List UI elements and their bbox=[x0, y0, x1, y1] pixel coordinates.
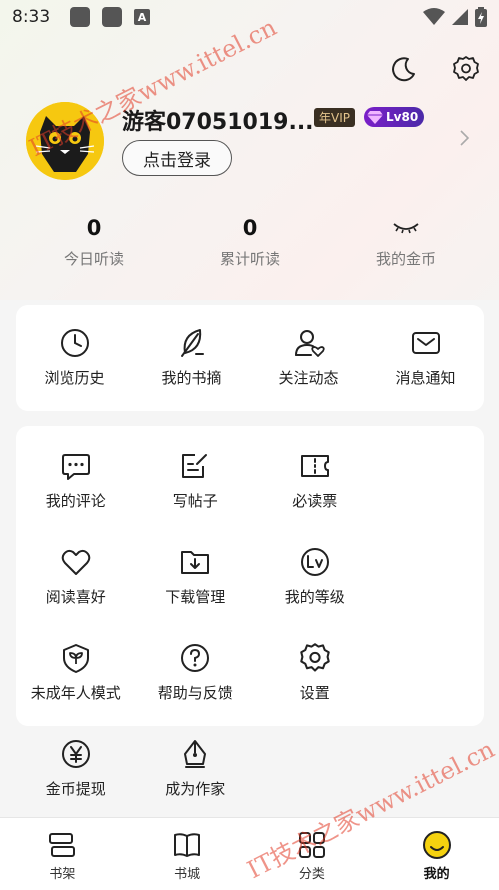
nav-bookstore[interactable]: 书城 bbox=[125, 818, 250, 890]
service-label: 我的评论 bbox=[45, 492, 106, 510]
status-indicators bbox=[423, 7, 487, 27]
help-icon bbox=[179, 642, 211, 674]
category-icon bbox=[296, 829, 328, 861]
user-heart-icon bbox=[293, 327, 325, 359]
nav-label: 书城 bbox=[174, 867, 201, 882]
services-card: 我的评论 写帖子 必读票 阅读喜好 下载管理 我的等级 未成年人模式 帮助与反馈… bbox=[16, 426, 484, 798]
service-label: 帮助与反馈 bbox=[157, 684, 233, 702]
open-book-icon bbox=[171, 829, 203, 861]
notification-app-icon bbox=[102, 7, 122, 27]
profile-header[interactable]: 游客07051019... 年VIP Lv80 点击登录 bbox=[26, 102, 476, 184]
quick-action-label: 关注动态 bbox=[278, 369, 339, 387]
nav-bookshelf[interactable]: 书架 bbox=[0, 818, 125, 890]
stat-label: 今日听读 bbox=[63, 250, 124, 268]
wifi-icon bbox=[423, 8, 445, 25]
edit-icon bbox=[179, 450, 211, 482]
service-label: 未成年人模式 bbox=[30, 684, 121, 702]
service-withdraw-coins[interactable]: 金币提现 bbox=[16, 714, 136, 810]
service-comments[interactable]: 我的评论 bbox=[16, 426, 136, 522]
ticket-icon bbox=[299, 450, 331, 482]
pen-nib-icon bbox=[179, 738, 211, 770]
feather-icon bbox=[176, 327, 208, 359]
service-settings[interactable]: 设置 bbox=[255, 618, 375, 714]
avatar[interactable] bbox=[26, 102, 104, 180]
chevron-right-icon bbox=[460, 130, 470, 146]
signal-icon bbox=[452, 9, 468, 25]
quick-action-excerpts[interactable]: 我的书摘 bbox=[133, 305, 250, 411]
service-help[interactable]: 帮助与反馈 bbox=[136, 618, 256, 714]
shield-leaf-icon bbox=[60, 642, 92, 674]
mail-icon bbox=[410, 327, 442, 359]
service-label: 设置 bbox=[299, 684, 330, 702]
service-label: 必读票 bbox=[292, 492, 338, 510]
status-time: 8:33 bbox=[12, 7, 51, 27]
stat-coins[interactable]: 我的金币 bbox=[328, 214, 484, 274]
moon-icon[interactable] bbox=[389, 54, 419, 84]
service-become-author[interactable]: 成为作家 bbox=[136, 714, 256, 810]
gear-icon bbox=[299, 642, 331, 674]
stats-row: 0 今日听读 0 累计听读 我的金币 bbox=[16, 214, 484, 274]
service-level[interactable]: 我的等级 bbox=[255, 522, 375, 618]
battery-icon bbox=[475, 7, 487, 27]
service-downloads[interactable]: 下载管理 bbox=[136, 522, 256, 618]
quick-action-history[interactable]: 浏览历史 bbox=[16, 305, 133, 411]
user-name: 游客07051019... bbox=[122, 110, 314, 135]
service-label: 下载管理 bbox=[165, 588, 226, 606]
stat-total-listen[interactable]: 0 累计听读 bbox=[172, 214, 328, 274]
level-badge[interactable]: Lv80 bbox=[364, 107, 425, 127]
comment-icon bbox=[60, 450, 92, 482]
download-folder-icon bbox=[179, 546, 211, 578]
quick-action-label: 浏览历史 bbox=[44, 369, 105, 387]
quick-action-label: 我的书摘 bbox=[161, 369, 222, 387]
quick-action-follows[interactable]: 关注动态 bbox=[250, 305, 367, 411]
level-icon bbox=[299, 546, 331, 578]
service-minor-mode[interactable]: 未成年人模式 bbox=[16, 618, 136, 714]
stat-value: 0 bbox=[242, 216, 258, 240]
service-label: 成为作家 bbox=[165, 780, 226, 798]
gem-icon bbox=[367, 111, 383, 124]
service-ticket[interactable]: 必读票 bbox=[255, 426, 375, 522]
service-label: 阅读喜好 bbox=[45, 588, 106, 606]
service-write-post[interactable]: 写帖子 bbox=[136, 426, 256, 522]
gear-icon[interactable] bbox=[451, 54, 481, 84]
quick-action-messages[interactable]: 消息通知 bbox=[367, 305, 484, 411]
service-label: 金币提现 bbox=[45, 780, 106, 798]
stat-value: 0 bbox=[86, 216, 102, 240]
nav-label: 我的 bbox=[423, 867, 450, 882]
nav-mine[interactable]: 我的 bbox=[374, 818, 499, 890]
eye-closed-icon[interactable] bbox=[392, 221, 420, 235]
stat-today-listen[interactable]: 0 今日听读 bbox=[16, 214, 172, 274]
nav-label: 分类 bbox=[298, 867, 325, 882]
nav-label: 书架 bbox=[49, 867, 76, 882]
service-preferences[interactable]: 阅读喜好 bbox=[16, 522, 136, 618]
status-bar: 8:33 A bbox=[0, 0, 499, 34]
clock-icon bbox=[59, 327, 91, 359]
smile-face-icon bbox=[421, 829, 453, 861]
stat-label: 我的金币 bbox=[375, 250, 436, 268]
login-button[interactable]: 点击登录 bbox=[122, 140, 232, 176]
service-label: 我的等级 bbox=[284, 588, 345, 606]
notification-app-icon bbox=[70, 7, 90, 27]
yen-icon bbox=[60, 738, 92, 770]
nav-category[interactable]: 分类 bbox=[250, 818, 375, 890]
vip-badge[interactable]: 年VIP bbox=[314, 108, 355, 127]
quick-action-label: 消息通知 bbox=[395, 369, 456, 387]
service-label: 写帖子 bbox=[172, 492, 218, 510]
quick-actions-card: 浏览历史 我的书摘 关注动态 消息通知 bbox=[16, 305, 484, 411]
bookshelf-icon bbox=[46, 829, 78, 861]
top-actions bbox=[389, 54, 481, 84]
heart-icon bbox=[60, 546, 92, 578]
level-badge-text: Lv80 bbox=[386, 110, 419, 124]
stat-label: 累计听读 bbox=[219, 250, 280, 268]
notification-a-icon: A bbox=[134, 9, 150, 25]
bottom-nav: 书架 书城 分类 我的 bbox=[0, 817, 499, 890]
